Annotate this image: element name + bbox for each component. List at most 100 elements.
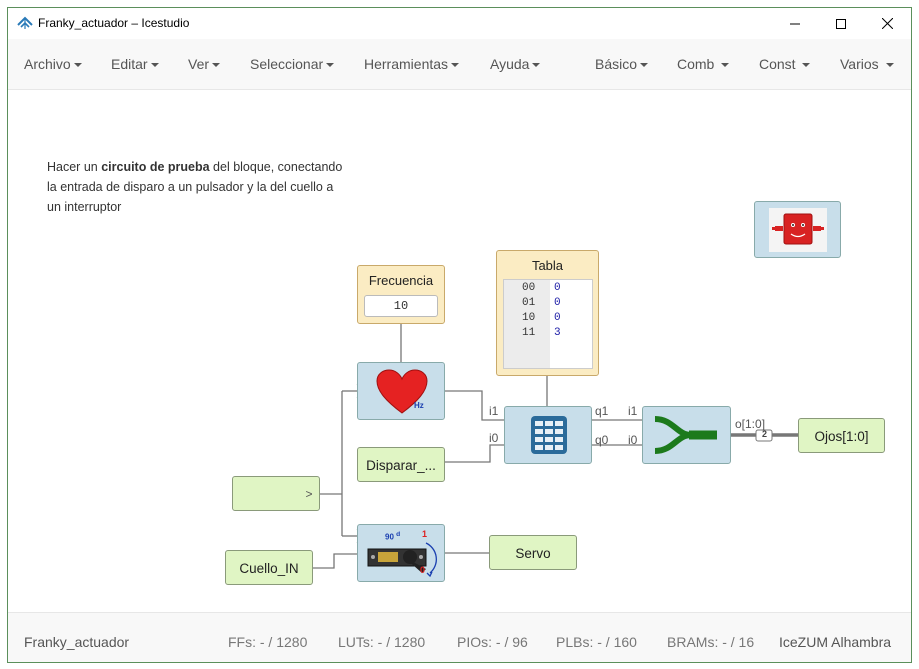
table-value: 0	[554, 282, 561, 294]
caret-down-icon	[721, 63, 730, 68]
arrow-right-icon: >	[305, 487, 313, 501]
table-memory-block[interactable]: Tabla 00 0 01 0 10 0 11 3	[496, 250, 599, 376]
pin-label: q0	[595, 433, 609, 447]
table-value: 3	[554, 327, 561, 339]
icestudio-logo-icon	[17, 16, 33, 29]
join-icon	[654, 416, 717, 454]
output-servo-label: Servo	[515, 546, 551, 561]
servo-zero-label: 0	[420, 565, 426, 575]
caret-down-icon	[802, 63, 811, 68]
table-key: 01	[522, 297, 536, 309]
minimize-icon	[790, 23, 800, 24]
table-key: 10	[522, 312, 536, 324]
servo-angle-label: 90 d	[385, 531, 400, 542]
design-canvas[interactable]: Hacer un circuito de prueba del bloque, …	[8, 90, 911, 612]
status-luts: LUTs: - / 1280	[338, 634, 426, 650]
status-project-name: Franky_actuador	[24, 634, 130, 650]
status-brams: BRAMs: - / 16	[667, 634, 755, 650]
franky-image-block[interactable]	[754, 201, 841, 258]
table-key: 00	[522, 282, 536, 294]
output-eyes[interactable]: Ojos[1:0]	[798, 418, 885, 453]
servo-one-label: 1	[422, 529, 428, 539]
table-row: 11 3	[504, 327, 594, 342]
menu-ayuda[interactable]: Ayuda	[490, 56, 541, 72]
menu-seleccionar[interactable]: Seleccionar	[250, 56, 335, 72]
input-trigger[interactable]: Disparar_...	[357, 447, 445, 482]
input-neck-label: Cuello_IN	[239, 561, 299, 576]
frequency-constant-block[interactable]: Frecuencia 10	[357, 265, 445, 324]
app-window: Franky_actuador – Icestudio Archivo Edit…	[7, 7, 912, 663]
menu-label: Herramientas	[364, 56, 449, 72]
maximize-icon	[836, 18, 846, 29]
input-unnamed[interactable]: >	[232, 476, 320, 511]
table-value: 0	[554, 312, 561, 324]
servo-angle-value: 90	[385, 532, 394, 542]
title-bar[interactable]: Franky_actuador – Icestudio	[8, 8, 911, 39]
menu-label: Const	[759, 56, 796, 72]
status-plbs: PLBs: - / 160	[556, 634, 637, 650]
pin-label: o[1:0]	[735, 417, 766, 431]
menu-editar[interactable]: Editar	[111, 56, 159, 72]
table-value: 0	[554, 297, 561, 309]
input-trigger-label: Disparar_...	[366, 458, 436, 473]
table-row: 01 0	[504, 297, 594, 312]
menu-const[interactable]: Const	[759, 56, 811, 72]
menu-label: Básico	[595, 56, 638, 72]
maximize-button[interactable]	[818, 8, 864, 39]
caret-down-icon	[73, 63, 82, 68]
menu-comb[interactable]: Comb	[677, 56, 730, 72]
caret-down-icon	[212, 63, 221, 68]
output-servo[interactable]: Servo	[489, 535, 577, 570]
table-grid-icon	[531, 416, 567, 454]
wire	[445, 444, 504, 463]
minimize-button[interactable]	[772, 8, 818, 39]
wire	[313, 553, 357, 569]
pin-label: i0	[628, 433, 638, 447]
table-lookup-block[interactable]	[504, 406, 592, 464]
pin-label: i0	[489, 431, 499, 445]
table-label: Tabla	[531, 258, 564, 273]
frequency-label: Frecuencia	[368, 273, 434, 288]
menu-herramientas[interactable]: Herramientas	[364, 56, 460, 72]
menu-ver[interactable]: Ver	[188, 56, 221, 72]
status-pios: PIOs: - / 96	[457, 634, 528, 650]
close-button[interactable]	[864, 8, 910, 39]
franky-robot-icon	[769, 208, 827, 252]
table-key: 11	[522, 327, 536, 339]
caret-down-icon	[640, 63, 649, 68]
hz-label: Hz	[414, 401, 424, 410]
frequency-value-field[interactable]: 10	[364, 295, 438, 317]
pin-label: q1	[595, 404, 609, 418]
menu-basico[interactable]: Básico	[595, 56, 649, 72]
servo-driver-block[interactable]: 90 d 1 0	[357, 524, 445, 582]
table-row: 10 0	[504, 312, 594, 327]
menu-label: Archivo	[24, 56, 71, 72]
caret-down-icon	[150, 63, 159, 68]
table-row: 00 0	[504, 282, 594, 297]
menu-archivo[interactable]: Archivo	[24, 56, 82, 72]
status-bar: Franky_actuador FFs: - / 1280 LUTs: - / …	[8, 612, 911, 662]
input-neck[interactable]: Cuello_IN	[225, 550, 313, 585]
servo-icon	[367, 542, 437, 578]
menu-bar: Archivo Editar Ver Seleccionar Herramien…	[8, 39, 911, 90]
heartbeat-clock-block[interactable]: Hz	[357, 362, 445, 420]
output-eyes-label: Ojos[1:0]	[814, 429, 869, 444]
menu-label: Comb	[677, 56, 715, 72]
caret-down-icon	[885, 63, 894, 68]
menu-label: Ver	[188, 56, 210, 72]
menu-varios[interactable]: Varios	[840, 56, 894, 72]
servo-degree-mark: d	[396, 531, 401, 538]
close-icon	[881, 18, 893, 29]
pin-label: i1	[489, 404, 499, 418]
menu-label: Editar	[111, 56, 148, 72]
bus-join-block[interactable]	[642, 406, 731, 464]
caret-down-icon	[451, 63, 460, 68]
pin-label: i1	[628, 404, 638, 418]
menu-label: Ayuda	[490, 56, 530, 72]
table-content-editor[interactable]: 00 0 01 0 10 0 11 3	[503, 279, 593, 369]
status-ffs: FFs: - / 1280	[228, 634, 308, 650]
menu-label: Seleccionar	[250, 56, 324, 72]
caret-down-icon	[326, 63, 335, 68]
wires-layer	[313, 318, 798, 569]
status-board[interactable]: IceZUM Alhambra	[779, 634, 891, 650]
